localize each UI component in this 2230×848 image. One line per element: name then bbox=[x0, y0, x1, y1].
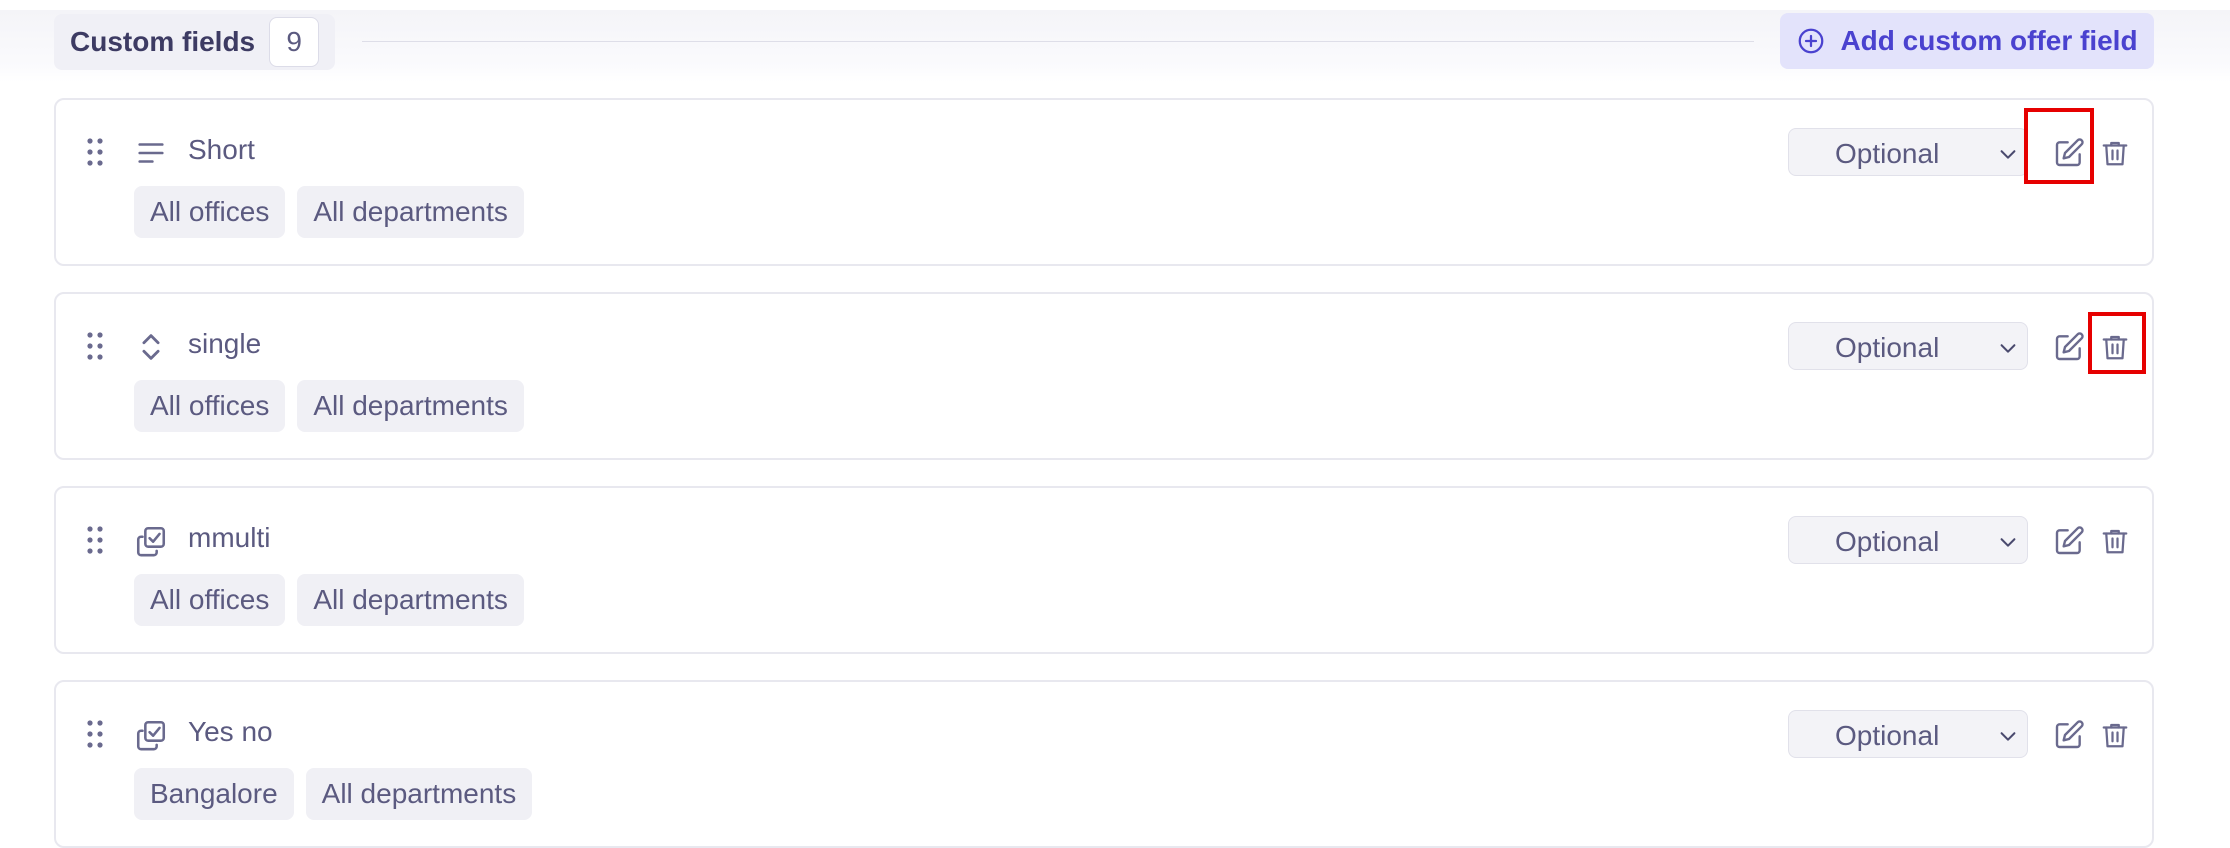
requirement-value: Optional bbox=[1835, 138, 1940, 169]
delete-button[interactable] bbox=[2096, 522, 2134, 560]
office-tag: All offices bbox=[134, 186, 286, 238]
delete-highlight-box bbox=[2088, 312, 2146, 374]
edit-button[interactable] bbox=[2050, 328, 2088, 366]
department-tag: All departments bbox=[297, 186, 524, 238]
requirement-select[interactable]: Optional bbox=[1788, 322, 2028, 370]
field-name: single bbox=[188, 328, 262, 359]
edit-icon bbox=[2055, 720, 2084, 749]
delete-button[interactable] bbox=[2096, 134, 2134, 172]
field-count-badge: 9 bbox=[269, 17, 320, 67]
field-name: Yes no bbox=[188, 716, 273, 747]
field-card-short: Short All offices All departments Option… bbox=[54, 98, 2154, 266]
text-lines-icon bbox=[138, 143, 164, 163]
edit-button[interactable] bbox=[2050, 716, 2088, 754]
field-card-single: single All offices All departments Optio… bbox=[54, 292, 2154, 460]
trash-icon bbox=[2102, 723, 2128, 748]
edit-icon bbox=[2055, 526, 2084, 555]
chevron-down-icon bbox=[2000, 732, 2016, 741]
requirement-select[interactable]: Optional bbox=[1788, 710, 2028, 758]
requirement-value: Optional bbox=[1835, 720, 1940, 751]
plus-circle-icon bbox=[1799, 28, 1824, 54]
edit-highlight-box bbox=[2024, 108, 2094, 184]
page-title: Custom fields bbox=[70, 26, 256, 57]
requirement-value: Optional bbox=[1835, 526, 1940, 557]
department-tag: All departments bbox=[305, 768, 533, 820]
select-updown-icon bbox=[142, 334, 160, 360]
field-card-mmulti: mmulti All offices All departments Optio… bbox=[54, 486, 2154, 654]
header-divider bbox=[362, 41, 1754, 42]
delete-button[interactable] bbox=[2096, 716, 2134, 754]
office-tag: All offices bbox=[134, 380, 286, 432]
edit-icon bbox=[2055, 332, 2084, 361]
drag-handle-icon[interactable] bbox=[84, 330, 106, 362]
office-tag: All offices bbox=[134, 574, 286, 626]
field-name: Short bbox=[188, 134, 255, 165]
field-card-yes-no: Yes no Bangalore All departments Optiona… bbox=[54, 680, 2154, 848]
department-tag: All departments bbox=[297, 574, 524, 626]
requirement-select[interactable]: Optional bbox=[1788, 516, 2028, 564]
requirement-value: Optional bbox=[1835, 332, 1940, 363]
custom-fields-heading: Custom fields 9 bbox=[54, 14, 336, 70]
field-scope-tags: All offices All departments bbox=[134, 186, 524, 238]
drag-handle-icon[interactable] bbox=[84, 524, 106, 556]
edit-button[interactable] bbox=[2050, 522, 2088, 560]
trash-icon bbox=[2102, 529, 2128, 554]
add-button-label: Add custom offer field bbox=[1840, 25, 2138, 56]
requirement-select[interactable]: Optional bbox=[1788, 128, 2028, 176]
field-name: mmulti bbox=[188, 522, 271, 553]
field-scope-tags: Bangalore All departments bbox=[134, 768, 533, 820]
chevron-down-icon bbox=[2000, 344, 2016, 353]
office-tag: Bangalore bbox=[134, 768, 294, 820]
trash-icon bbox=[2102, 141, 2128, 166]
chevron-down-icon bbox=[2000, 150, 2016, 159]
department-tag: All departments bbox=[297, 380, 524, 432]
chevron-down-icon bbox=[2000, 538, 2016, 547]
multi-checkbox-icon bbox=[136, 720, 166, 751]
drag-handle-icon[interactable] bbox=[84, 136, 106, 168]
add-custom-offer-field-button[interactable]: Add custom offer field bbox=[1780, 13, 2154, 69]
multi-checkbox-icon bbox=[136, 526, 166, 557]
field-scope-tags: All offices All departments bbox=[134, 380, 524, 432]
field-scope-tags: All offices All departments bbox=[134, 574, 524, 626]
drag-handle-icon[interactable] bbox=[84, 718, 106, 750]
